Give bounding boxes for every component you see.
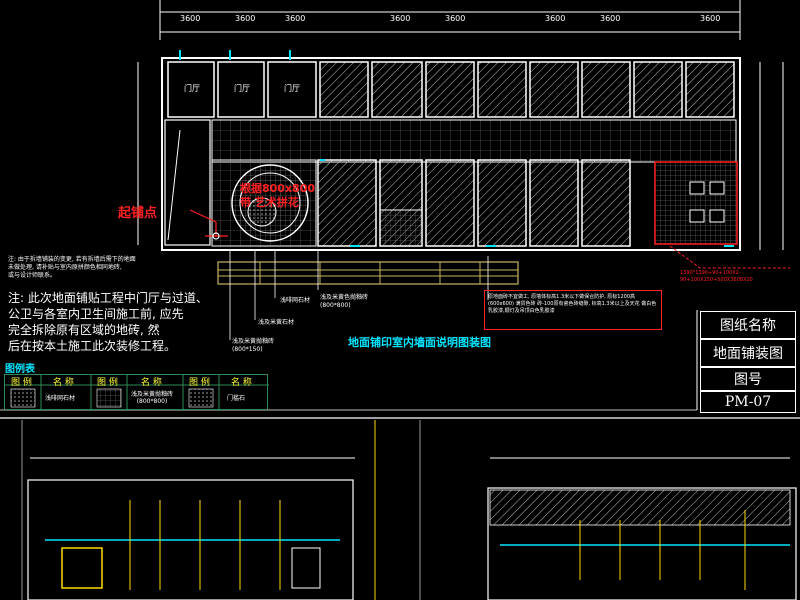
corridor-tiles (211, 119, 737, 163)
main-note-line: 公卫与各室内卫生间施工前, 应先 (8, 307, 184, 321)
dim-top-2: 3600 (235, 14, 256, 23)
small-note-line: 注: 由于拆墙铺装的变更, 若有拆墙后需下的地面 (8, 256, 136, 263)
top-rooms-row (167, 61, 735, 118)
legend-header: 图 例 (11, 378, 32, 388)
bottom-left-plan (27, 457, 355, 600)
main-note: 注: 此次地面铺贴工程中门厅与过道、 公卫与各室内卫生间施工前, 应先 完全拆除… (8, 290, 208, 354)
legend-header: 名 称 (53, 378, 74, 388)
entrance-area (164, 119, 211, 246)
title-block-name-label: 图纸名称 (700, 311, 796, 339)
title-block-number-value: PM-07 (700, 391, 796, 413)
title-block-name-value: 地面铺装图 (700, 339, 796, 367)
legend-title: 图例表 (5, 364, 35, 375)
dim-top-6: 3600 (545, 14, 566, 23)
main-note-line: 后在按本土施工此次装修工程。 (8, 339, 177, 353)
small-note-line: 未做处理, 请补贴与室内原拼颜色相同地砖, (8, 264, 122, 271)
main-note-line: 完全拆除原有区域的地砖, 然 (8, 323, 160, 337)
dim-top-1: 3600 (180, 14, 201, 23)
bottom-right-plan (487, 457, 797, 600)
bottom-rooms-row (317, 159, 631, 247)
main-note-line: 注: 此次地面铺贴工程中门厅与过道、 (8, 291, 208, 305)
legend-item-tile: 浅及米黄抛釉砖 (800*800) (131, 391, 174, 405)
callout-stone-1: 浅啡网石材 (280, 297, 311, 304)
legend-item-stone: 浅啡网石材 (45, 395, 76, 402)
dim-top-7: 3600 (600, 14, 621, 23)
cad-drawing-sheet: 3600 3600 3600 3600 3600 3600 3600 3600 … (0, 0, 800, 600)
small-note-line: 或与设计师联系。 (8, 272, 57, 279)
start-point-label: 起铺点 (118, 206, 158, 221)
callout-tile-150: 浅及米黄抛釉砖 (800*150) (232, 338, 275, 353)
dim-top-8: 3600 (700, 14, 721, 23)
red-dimension-note: 1390*1390+90+100X2-90+100X150+500X3608X2… (680, 270, 753, 283)
callout-stone-2: 浅及米黄石材 (258, 319, 295, 326)
dim-top-4: 3600 (390, 14, 411, 23)
legend-header: 图 例 (97, 378, 118, 388)
title-block-number-label: 图号 (700, 367, 796, 391)
small-tile-area (379, 209, 423, 247)
legend-item-threshold: 门槛石 (227, 395, 246, 402)
balcony-railing (217, 261, 519, 285)
legend-header: 名 称 (231, 378, 252, 388)
room-label-3: 门厅 (284, 84, 300, 93)
room-label-1: 门厅 (184, 84, 200, 93)
legend-header: 图 例 (189, 378, 210, 388)
red-spec-note: 原地面砖不宜做工, 原墙体标高1.3米以下做保合防护, 原标1200高 (600… (484, 290, 662, 330)
dim-top-3: 3600 (285, 14, 306, 23)
circle-label-2: 带 艺术拼花 (240, 196, 299, 209)
bathroom-block (654, 161, 738, 245)
legend-table: 图 例 名 称 图 例 名 称 图 例 名 称 浅啡网石材 浅及米黄抛釉砖 (8… (4, 374, 269, 411)
dim-top-5: 3600 (445, 14, 466, 23)
plan-title: 地面铺印室内墙面说明图装图 (348, 336, 491, 349)
small-note: 注: 由于拆墙铺装的变更, 若有拆墙后需下的地面 未做处理, 请补贴与室内原拼颜… (8, 256, 136, 280)
callout-tile-800: 浅及米黄色抛釉砖 (800*800) (320, 294, 369, 309)
room-label-2: 门厅 (234, 84, 250, 93)
legend-header: 名 称 (141, 378, 162, 388)
